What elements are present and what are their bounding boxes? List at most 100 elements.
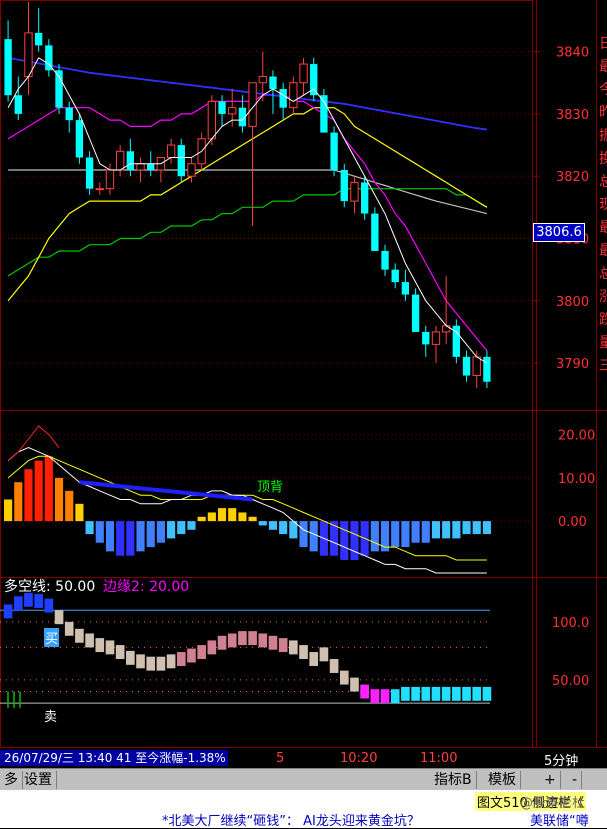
candle-body-down <box>279 88 287 108</box>
indicator-bar <box>278 638 288 653</box>
buy-mark: 买 <box>44 628 60 647</box>
time-label-0: 5 <box>276 751 285 766</box>
right-panel-char: 最 <box>599 59 607 75</box>
macd-bar-negative <box>85 521 94 535</box>
macd-bar-positive <box>75 503 84 522</box>
indicator-tick-label: 100.0 <box>552 616 589 631</box>
macd-bar-positive <box>54 477 64 522</box>
indicator-bar <box>115 645 125 660</box>
ma-green-line <box>7 188 488 277</box>
bottom-toolbar: 多 设置 指标B 模板 + - <box>0 768 607 791</box>
candle-body-up <box>350 181 359 202</box>
candle-body-down <box>462 356 471 376</box>
indicator-bar <box>156 656 166 671</box>
candle-body-up <box>95 188 104 191</box>
right-panel-char: 昨 <box>599 105 607 121</box>
indicator-bar <box>176 652 186 666</box>
indicator-bar <box>431 686 441 701</box>
macd-bar-negative <box>472 521 481 535</box>
ticker-text-1[interactable]: *北美大厂继续“砸钱”： AI龙头迎来黄金坑？ <box>162 810 420 829</box>
indicator-bar <box>258 633 268 648</box>
macd-panel <box>0 425 533 574</box>
macd-bar-negative <box>482 521 491 535</box>
right-panel-char: 今 <box>599 82 607 98</box>
macd-bar-negative <box>105 521 115 552</box>
right-panel-char: 量 <box>599 335 607 351</box>
candle-body-up <box>187 163 196 177</box>
macd-bar-negative <box>462 521 471 535</box>
indicator-bar <box>166 654 176 669</box>
minus-button[interactable]: - <box>568 771 583 789</box>
indicator-bar <box>268 635 278 650</box>
indicator-bar <box>452 686 461 701</box>
news-ticker: 图文510 侧边栏《 @股寮老杜 *北美大厂继续“砸钱”： AI龙头迎来黄金坑？… <box>0 790 607 829</box>
index-button[interactable]: 指标B <box>430 771 477 789</box>
sell-mark: 卖 <box>44 710 58 725</box>
macd-bar-negative <box>411 521 420 543</box>
indicator-bar <box>421 686 431 701</box>
candle-body-down <box>422 331 430 345</box>
indicator-bar <box>370 689 380 704</box>
indicator-bar <box>54 610 64 625</box>
right-panel-char: 总 <box>599 174 607 190</box>
macd-bar-negative <box>340 521 349 561</box>
indicator-bar <box>309 652 319 666</box>
macd-bar-positive <box>44 456 53 522</box>
right-panel-char: 现 <box>599 197 607 213</box>
indicator-bar <box>238 631 247 646</box>
indicator-bar <box>289 640 298 655</box>
settings-button[interactable]: 设置 <box>20 771 57 789</box>
candle-body-up <box>228 107 237 115</box>
candle-body-up <box>258 76 267 84</box>
candle-body-down <box>34 32 43 46</box>
indicator-bar <box>380 689 390 704</box>
indicator-panel <box>0 592 492 708</box>
right-panel-char: 日 <box>599 36 607 52</box>
macd-bar-negative <box>421 521 430 543</box>
time-info-box: 26/07/29/三 13:40 41 至今涨幅-1.38% <box>0 750 228 766</box>
indicator-bar <box>390 689 400 704</box>
indicator-bar <box>248 631 257 646</box>
macd-bar-negative <box>431 521 441 539</box>
macd-bar-negative <box>146 521 155 548</box>
price-tick-label: 3840 <box>556 46 589 61</box>
right-panel-char: 三 <box>599 358 607 374</box>
right-panel-char: 跌 <box>599 312 607 328</box>
right-panel-char: 总 <box>599 266 607 282</box>
macd-bar-positive <box>207 512 216 522</box>
macd-bar-negative <box>279 521 288 535</box>
candle-body-down <box>360 182 369 214</box>
macd-bar-negative <box>187 521 196 530</box>
indicator-bar <box>197 645 206 660</box>
indicator-bar <box>227 633 237 648</box>
period-label[interactable]: 5分钟 <box>544 750 578 769</box>
indicator-bar <box>462 686 471 701</box>
macd-bar-negative <box>452 521 461 539</box>
macd-bar-negative <box>136 521 145 552</box>
indicator-bar <box>13 596 23 611</box>
macd-bar-negative <box>268 521 278 530</box>
candle-body-up <box>136 163 145 171</box>
candle-body-down <box>147 163 155 170</box>
right-panel-char: 涨 <box>599 289 607 305</box>
template-button[interactable]: 模板 <box>484 771 521 789</box>
ma-blue-line <box>7 56 488 131</box>
candle-body-down <box>371 213 379 251</box>
ticker-weibo: @股寮老杜 <box>520 796 586 811</box>
macd-bar-negative <box>95 521 104 543</box>
candle-body-up <box>299 63 308 84</box>
plus-button[interactable]: + <box>540 771 561 789</box>
candle-body-down <box>340 169 348 202</box>
macd-bar-negative <box>309 521 318 552</box>
candle-body-down <box>218 101 226 114</box>
time-label-1: 10:20 <box>340 751 378 766</box>
macd-divergence-label: 顶背 <box>257 480 284 495</box>
candle-body-down <box>401 282 410 295</box>
indicator-bar <box>75 628 84 643</box>
macd-bar-positive <box>34 460 43 522</box>
ticker-text-2[interactable]: 美联储“噂 <box>530 810 589 829</box>
indicator-bar <box>85 633 94 648</box>
indicator-bar <box>64 621 74 636</box>
price-tick-label: 3830 <box>556 108 589 123</box>
indicator-bar <box>299 645 308 660</box>
